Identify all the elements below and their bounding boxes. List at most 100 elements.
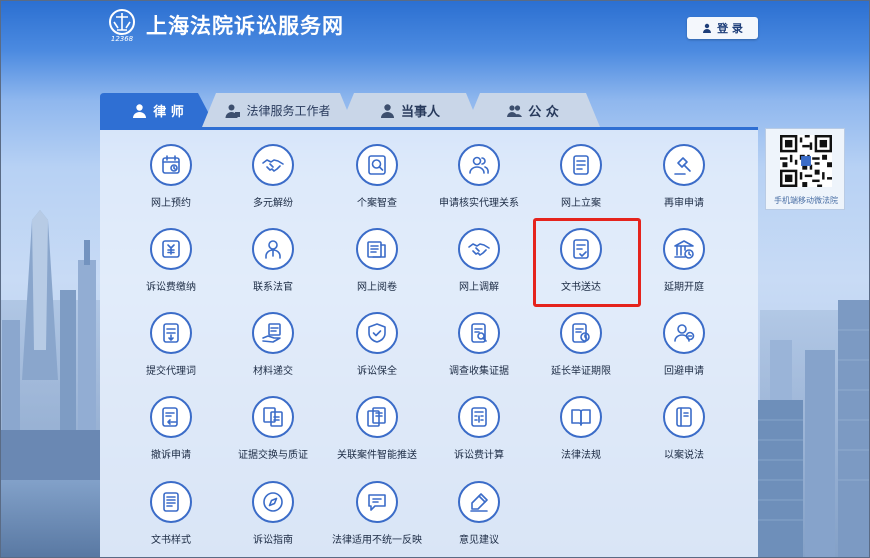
service-item[interactable]: 诉讼指南 bbox=[223, 481, 323, 557]
user-icon bbox=[703, 23, 712, 33]
qr-code-box: 手机端移动微法院 bbox=[765, 128, 845, 210]
service-icon-circle bbox=[356, 144, 398, 186]
login-label: 登 录 bbox=[717, 22, 743, 35]
service-item[interactable]: 撤诉申请 bbox=[121, 396, 221, 472]
logo-subtext: 12368 bbox=[111, 35, 134, 42]
doc-search-icon bbox=[471, 323, 487, 343]
top-header: 12368 上海法院诉讼服务网 登 录 bbox=[0, 0, 870, 50]
service-item[interactable]: 网上调解 bbox=[429, 228, 529, 304]
service-item[interactable]: 提交代理词 bbox=[121, 312, 221, 388]
qr-code-image bbox=[780, 135, 832, 187]
doc-clock-icon bbox=[572, 323, 590, 343]
shield-check-icon bbox=[368, 323, 386, 343]
service-item[interactable]: 材料递交 bbox=[223, 312, 323, 388]
handshake-icon bbox=[468, 243, 490, 256]
service-label: 证据交换与质证 bbox=[238, 450, 308, 461]
service-item[interactable]: 网上阅卷 bbox=[327, 228, 427, 304]
service-icon-circle bbox=[252, 228, 294, 270]
users-icon bbox=[469, 156, 489, 174]
read-file-icon bbox=[367, 241, 386, 258]
submit-doc-icon bbox=[163, 323, 179, 343]
qr-caption: 手机端移动微法院 bbox=[774, 196, 838, 205]
service-item[interactable]: 证据交换与质证 bbox=[223, 396, 323, 472]
user-icon bbox=[133, 103, 147, 118]
service-icon-circle bbox=[150, 228, 192, 270]
service-item[interactable]: 以案说法 bbox=[634, 396, 734, 472]
hand-doc-icon bbox=[262, 323, 281, 343]
service-icon-circle bbox=[458, 228, 500, 270]
courthouse-clock-icon bbox=[674, 240, 694, 259]
service-label: 延长举证期限 bbox=[551, 366, 611, 377]
service-item[interactable]: 再审申请 bbox=[634, 144, 734, 220]
service-item[interactable]: 多元解纷 bbox=[223, 144, 323, 220]
service-label: 诉讼保全 bbox=[357, 366, 397, 377]
service-item[interactable]: 诉讼费缴纳 bbox=[121, 228, 221, 304]
service-icon-circle bbox=[356, 481, 398, 523]
case-book-icon bbox=[676, 407, 692, 427]
service-label: 以案说法 bbox=[664, 450, 704, 461]
service-item[interactable]: 诉讼费计算 bbox=[429, 396, 529, 472]
service-icon-circle bbox=[150, 481, 192, 523]
service-item[interactable]: 网上立案 bbox=[531, 144, 631, 220]
service-item[interactable]: 法律法规 bbox=[531, 396, 631, 472]
service-label: 法律适用不统一反映 bbox=[332, 535, 422, 546]
service-icon-circle bbox=[560, 396, 602, 438]
service-item[interactable]: 延期开庭 bbox=[634, 228, 734, 304]
gavel-icon bbox=[674, 157, 691, 175]
user-icon bbox=[380, 103, 394, 118]
feedback-icon bbox=[368, 494, 386, 511]
service-item[interactable]: 诉讼保全 bbox=[327, 312, 427, 388]
service-icon-circle bbox=[458, 481, 500, 523]
service-label: 提交代理词 bbox=[146, 366, 196, 377]
highlight-box bbox=[533, 218, 641, 307]
user-badge-icon bbox=[225, 104, 241, 118]
service-label: 联系法官 bbox=[253, 282, 293, 293]
service-item[interactable]: 意见建议 bbox=[429, 481, 529, 557]
fee-icon bbox=[162, 240, 180, 258]
service-icon-circle bbox=[150, 144, 192, 186]
exchange-docs-icon bbox=[263, 407, 283, 427]
tab-lawyer[interactable]: 律 师 bbox=[100, 93, 216, 127]
service-label: 撤诉申请 bbox=[151, 450, 191, 461]
service-label: 网上预约 bbox=[151, 198, 191, 209]
service-label: 个案智查 bbox=[357, 198, 397, 209]
service-item[interactable]: 法律适用不统一反映 bbox=[327, 481, 427, 557]
service-item[interactable]: 关联案件智能推送 bbox=[327, 396, 427, 472]
service-label: 网上调解 bbox=[459, 282, 499, 293]
service-icon-circle bbox=[458, 144, 500, 186]
service-label: 再审申请 bbox=[664, 198, 704, 209]
service-label: 回避申请 bbox=[664, 366, 704, 377]
search-doc-icon bbox=[368, 155, 386, 175]
compass-icon bbox=[263, 492, 283, 512]
linked-docs-icon bbox=[367, 407, 386, 427]
site-title: 上海法院诉讼服务网 bbox=[146, 14, 344, 38]
service-label: 诉讼费计算 bbox=[454, 450, 504, 461]
service-item[interactable]: 网上预约 bbox=[121, 144, 221, 220]
service-label: 多元解纷 bbox=[253, 198, 293, 209]
service-icon-circle bbox=[663, 312, 705, 354]
tab-party[interactable]: 当事人 bbox=[340, 93, 480, 127]
service-label: 诉讼指南 bbox=[253, 535, 293, 546]
service-item[interactable]: 个案智查 bbox=[327, 144, 427, 220]
service-icon-circle bbox=[150, 396, 192, 438]
service-item[interactable]: 调查收集证据 bbox=[429, 312, 529, 388]
service-icon-circle bbox=[356, 396, 398, 438]
handshake-icon bbox=[262, 159, 284, 172]
service-item[interactable]: 回避申请 bbox=[634, 312, 734, 388]
service-icon-circle bbox=[560, 144, 602, 186]
pen-icon bbox=[470, 493, 488, 512]
login-button[interactable]: 登 录 bbox=[687, 17, 758, 39]
service-item[interactable]: 联系法官 bbox=[223, 228, 323, 304]
service-item[interactable]: 文书样式 bbox=[121, 481, 221, 557]
service-label: 网上阅卷 bbox=[357, 282, 397, 293]
tab-legal-service-worker[interactable]: 法律服务工作者 bbox=[202, 93, 354, 127]
service-item[interactable]: 申请核实代理关系 bbox=[429, 144, 529, 220]
doc-return-icon bbox=[162, 407, 178, 427]
book-icon bbox=[571, 409, 591, 426]
service-icon-circle bbox=[252, 312, 294, 354]
tab-public[interactable]: 公 众 bbox=[466, 93, 600, 127]
service-item[interactable]: 延长举证期限 bbox=[531, 312, 631, 388]
user-minus-icon bbox=[674, 324, 695, 342]
service-icon-circle bbox=[663, 144, 705, 186]
calculator-icon bbox=[471, 407, 487, 427]
